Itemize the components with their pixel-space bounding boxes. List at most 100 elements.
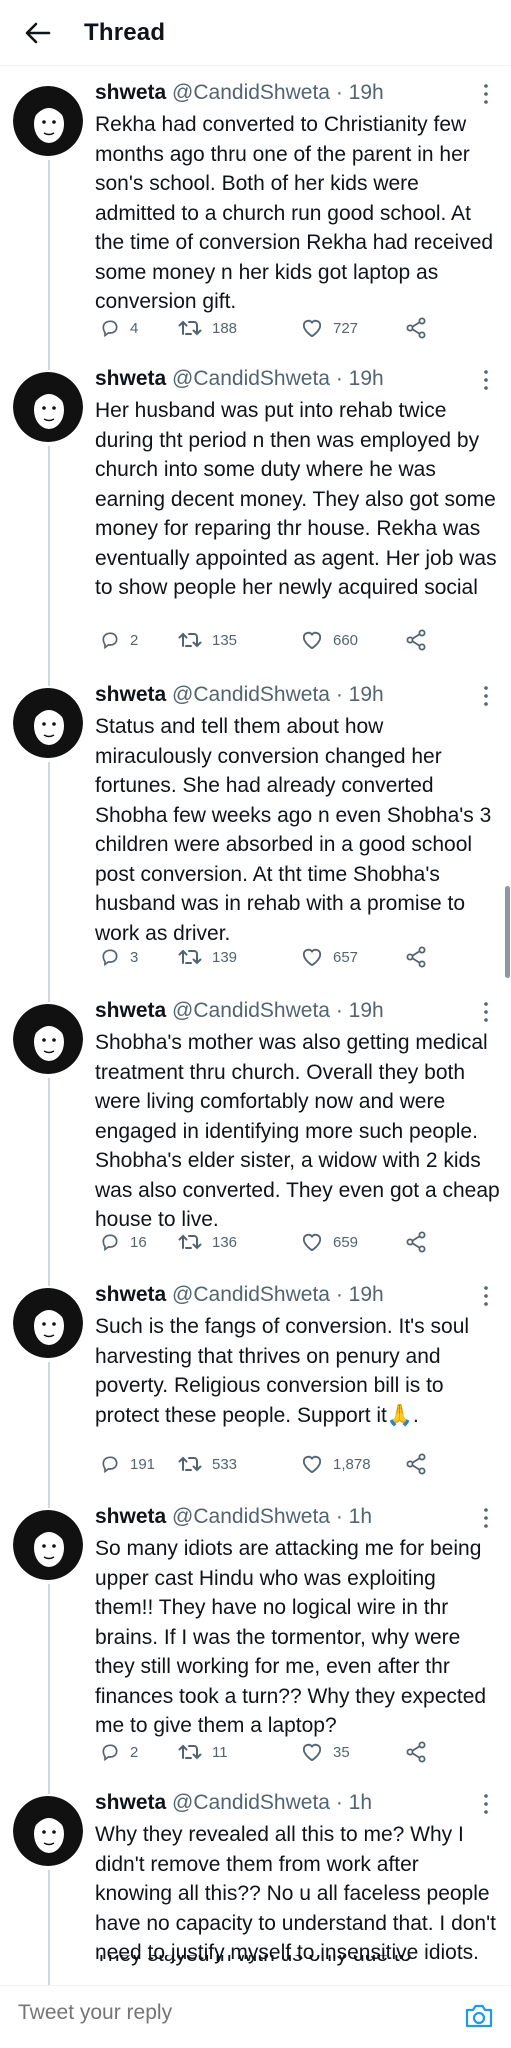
tweet-time[interactable]: · 19h [336,367,384,390]
author-name[interactable]: shweta [95,1283,166,1306]
author-name[interactable]: shweta [95,1791,166,1814]
avatar[interactable] [13,1288,83,1358]
author-handle[interactable]: @CandidShweta [172,1791,330,1814]
thread-connector-line [48,1584,50,1776]
author-name[interactable]: shweta [95,683,166,706]
reply-input[interactable] [16,2000,440,2026]
tweet[interactable]: shweta @CandidShweta · 19h Shobha's moth… [0,984,511,1268]
share-button[interactable] [405,1737,427,1767]
avatar[interactable] [13,1510,83,1580]
thread-connector-line [48,352,50,370]
retweet-button[interactable]: 139 [178,942,237,972]
more-options-button[interactable] [478,684,494,708]
tweet-actions: 191 533 1,878 [95,1449,435,1479]
profile-portrait-icon [13,688,83,758]
tweet-meta: shweta @CandidShweta · 1h [95,1788,372,1818]
tweet-time[interactable]: · 19h [336,1283,384,1306]
tweet[interactable]: shweta @CandidShweta · 19h Such is the f… [0,1268,511,1490]
more-options-button[interactable] [478,1792,494,1816]
profile-portrait-icon [13,1004,83,1074]
more-options-button[interactable] [478,1506,494,1530]
more-options-button[interactable] [478,1284,494,1308]
tweet-time[interactable]: · 19h [336,683,384,706]
author-handle[interactable]: @CandidShweta [172,683,330,706]
tweet[interactable]: shweta @CandidShweta · 19h Her husband w… [0,352,511,668]
author-name[interactable]: shweta [95,999,166,1022]
reply-icon [102,949,118,967]
avatar[interactable] [13,86,83,156]
share-button[interactable] [405,942,427,972]
tweet[interactable]: shweta @CandidShweta · 1h So many idiots… [0,1490,511,1776]
reply-icon [102,1234,118,1252]
avatar[interactable] [13,688,83,758]
author-handle[interactable]: @CandidShweta [172,999,330,1022]
tweet-actions: 3 139 657 [95,942,435,972]
author-handle[interactable]: @CandidShweta [172,1505,330,1528]
author-name[interactable]: shweta [95,81,166,104]
profile-portrait-icon [13,86,83,156]
reply-button[interactable]: 3 [100,942,138,972]
heart-icon [302,631,322,650]
avatar[interactable] [13,1004,83,1074]
like-count: 659 [333,1233,359,1251]
like-button[interactable]: 727 [301,313,358,343]
reply-button[interactable]: 4 [100,313,138,343]
author-handle[interactable]: @CandidShweta [172,81,330,104]
tweet[interactable]: shweta @CandidShweta · 19h Status and te… [0,668,511,984]
retweet-button[interactable]: 135 [178,625,237,655]
retweet-count: 188 [212,319,238,337]
retweet-icon [178,632,202,648]
avatar[interactable] [13,1796,83,1866]
tweet-actions: 2 11 35 [95,1737,435,1767]
top-bar: Thread [0,0,511,66]
heart-icon [302,1455,322,1474]
author-name[interactable]: shweta [95,1505,166,1528]
share-button[interactable] [405,1449,427,1479]
like-count: 657 [333,948,359,966]
retweet-button[interactable]: 136 [178,1227,237,1257]
tweet-text: Her husband was put into rehab twice dur… [95,399,497,599]
retweet-button[interactable]: 533 [178,1449,237,1479]
like-button[interactable]: 659 [301,1227,358,1257]
camera-button[interactable] [464,2002,494,2030]
like-button[interactable]: 1,878 [301,1449,371,1479]
like-button[interactable]: 657 [301,942,358,972]
share-button[interactable] [405,1227,427,1257]
author-handle[interactable]: @CandidShweta [172,367,330,390]
tweet-time[interactable]: · 1h [336,1791,372,1814]
back-arrow-icon [25,22,51,43]
tweet-time[interactable]: · 19h [336,999,384,1022]
tweet-time[interactable]: · 1h [336,1505,372,1528]
reply-button[interactable]: 16 [100,1227,147,1257]
thread-connector-line [48,1268,50,1286]
more-options-button[interactable] [478,1000,494,1024]
reply-button[interactable]: 2 [100,1737,138,1767]
scrollbar-thumb[interactable] [505,886,510,978]
share-button[interactable] [405,313,427,343]
tweet[interactable]: shweta @CandidShweta · 1h Why they revea… [0,1776,511,1985]
author-name[interactable]: shweta [95,367,166,390]
like-button[interactable]: 660 [301,625,358,655]
tweet[interactable]: shweta @CandidShweta · 19h Rekha had con… [0,66,511,352]
retweet-button[interactable]: 188 [178,313,237,343]
tweet-meta: shweta @CandidShweta · 19h [95,680,384,710]
more-vertical-icon [484,686,488,706]
like-button[interactable]: 35 [301,1737,350,1767]
retweet-button[interactable]: 11 [178,1737,228,1767]
tweet-text: So many idiots are attacking me for bein… [95,1537,487,1737]
tweet-text: Rekha had converted to Christianity few … [95,113,494,313]
avatar[interactable] [13,372,83,442]
share-button[interactable] [405,625,427,655]
author-handle[interactable]: @CandidShweta [172,1283,330,1306]
back-button[interactable] [21,16,55,50]
tweet-text: Why they revealed all this to me? Why I … [95,1823,496,1964]
reply-button[interactable]: 2 [100,625,138,655]
more-options-button[interactable] [478,82,494,106]
more-options-button[interactable] [478,368,494,392]
reply-button[interactable]: 191 [100,1449,155,1479]
retweet-count: 11 [212,1743,228,1761]
tweet-text: Status and tell them about how miraculou… [95,715,492,945]
tweet-time[interactable]: · 19h [336,81,384,104]
retweet-icon [178,1744,202,1760]
more-vertical-icon [484,1286,488,1306]
